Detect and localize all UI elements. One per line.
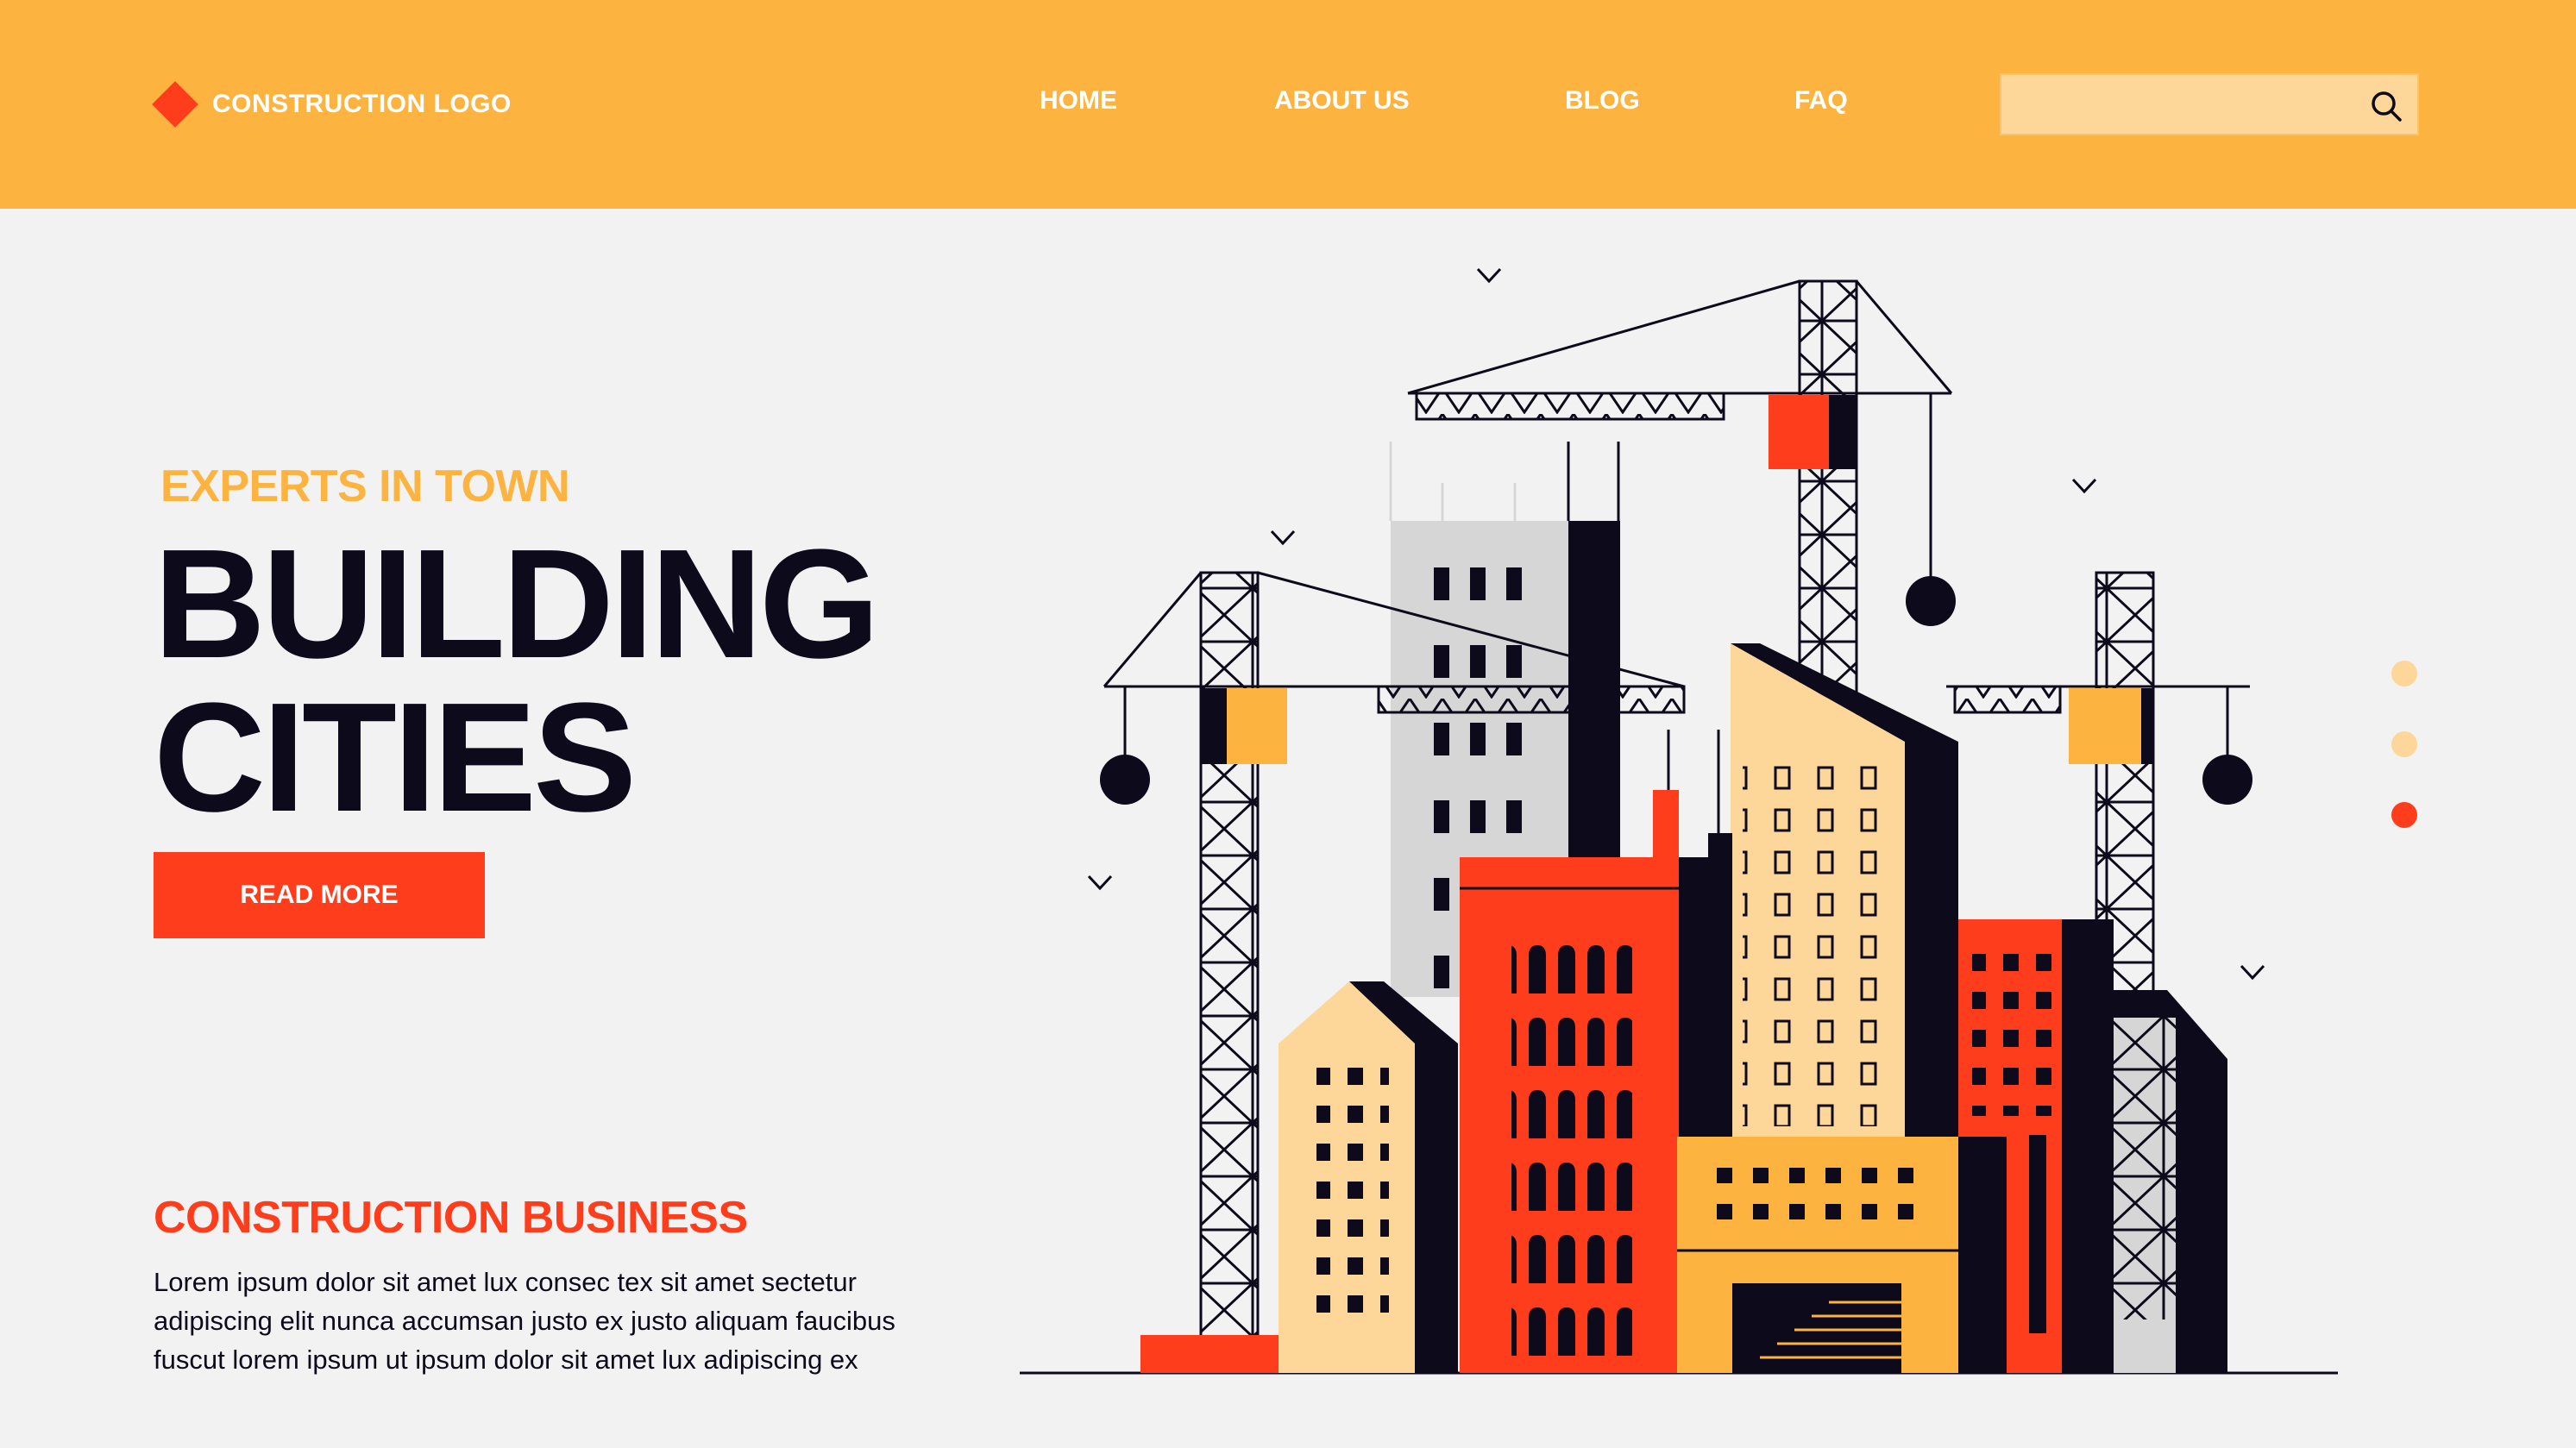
logo[interactable]: CONSTRUCTION LOGO	[152, 81, 512, 128]
city-construction-illustration	[1020, 267, 2338, 1375]
nav-about-us[interactable]: ABOUT US	[1274, 86, 1410, 116]
nav-home[interactable]: HOME	[1040, 86, 1117, 116]
logo-diamond-icon	[152, 81, 198, 128]
hero-tagline: EXPERTS IN TOWN	[160, 461, 570, 511]
about-line-1: Lorem ipsum dolor sit amet lux consec te…	[154, 1267, 857, 1297]
construction-business-title: CONSTRUCTION BUSINESS	[154, 1193, 748, 1243]
carousel-dot-1[interactable]	[2391, 661, 2417, 686]
about-paragraph: Lorem ipsum dolor sit amet lux consec te…	[154, 1263, 930, 1379]
about-line-2: adipiscing elit nunca accumsan justo ex …	[154, 1306, 895, 1336]
carousel-dot-3-active[interactable]	[2391, 802, 2417, 828]
orange-garage-building	[1677, 1137, 2007, 1373]
carousel-dot-2[interactable]	[2391, 731, 2417, 757]
nav-blog[interactable]: BLOG	[1565, 86, 1640, 116]
grey-building-right	[2114, 990, 2227, 1373]
headline-line-1: BUILDING	[154, 517, 880, 691]
headline-line-2: CITIES	[154, 671, 637, 844]
logo-text: CONSTRUCTION LOGO	[212, 90, 512, 118]
nav-faq[interactable]: FAQ	[1794, 86, 1848, 116]
hero-headline: BUILDING CITIES	[154, 517, 880, 844]
search-input[interactable]	[2001, 75, 2347, 134]
read-more-button[interactable]: READ MORE	[154, 852, 485, 938]
header-bar: CONSTRUCTION LOGO HOME ABOUT US BLOG FAQ	[0, 0, 2576, 209]
yellow-building-left	[1279, 981, 1458, 1373]
about-line-3: fuscut lorem ipsum ut ipsum dolor sit am…	[154, 1345, 858, 1375]
search-icon[interactable]	[2367, 87, 2405, 125]
search-box	[2000, 73, 2419, 135]
carousel-dots	[2391, 661, 2419, 833]
